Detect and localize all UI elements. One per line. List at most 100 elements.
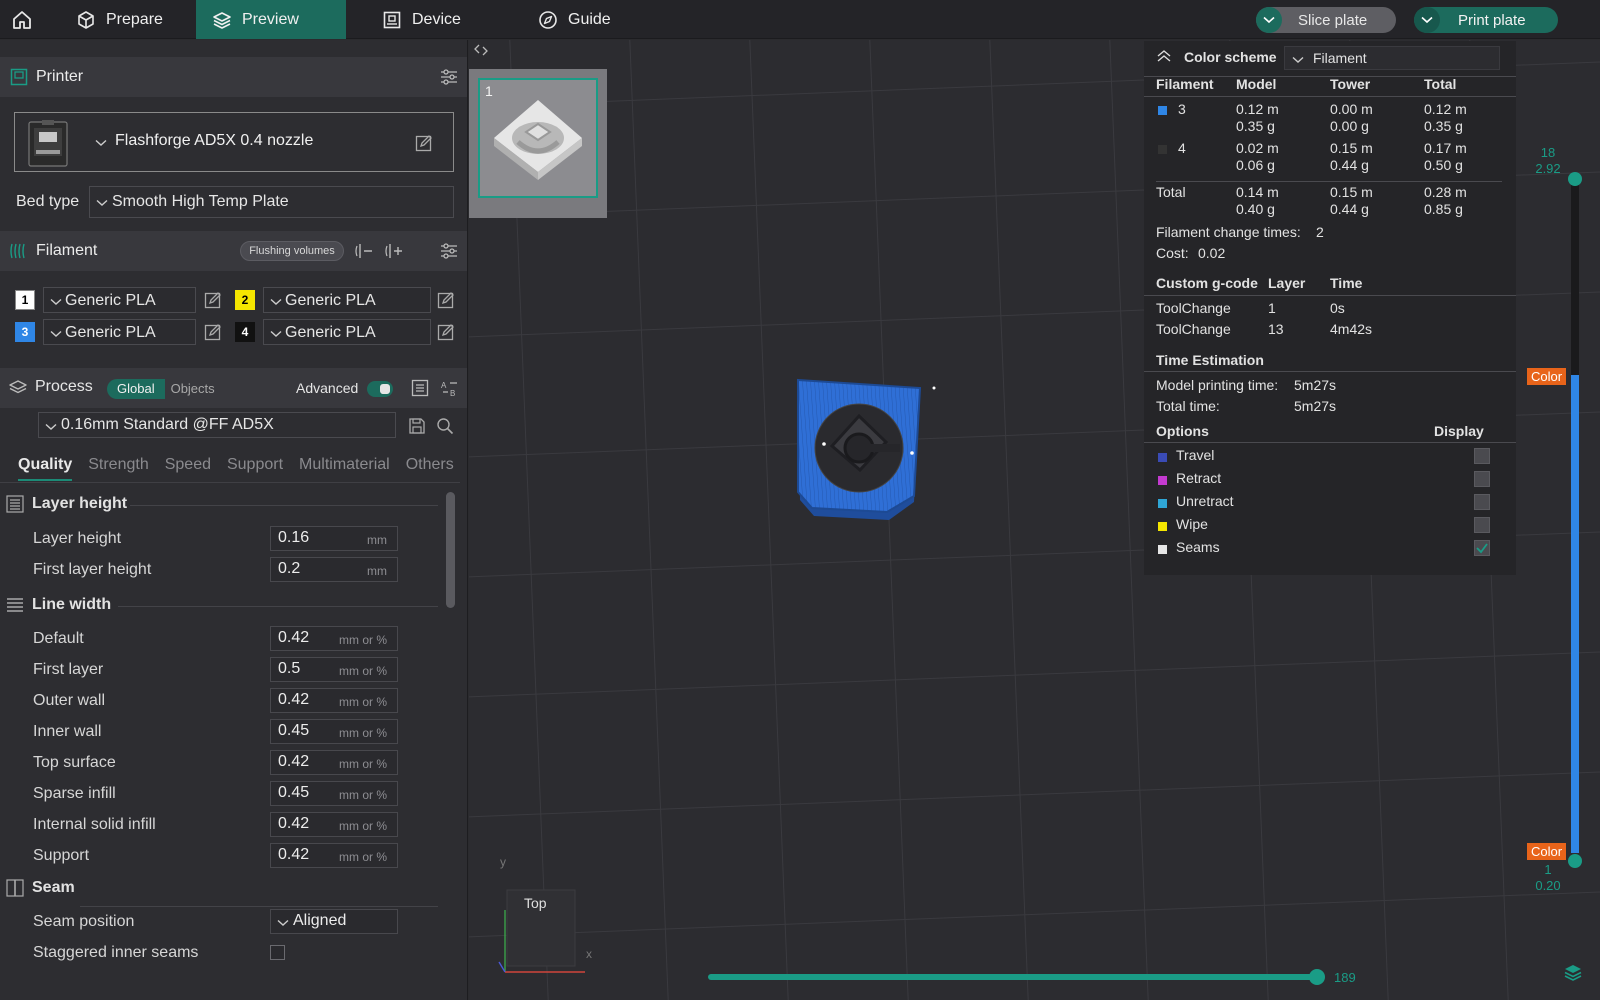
line-width-input[interactable]: 0.42 mm or % [270, 812, 398, 837]
compare-icon[interactable] [411, 379, 429, 397]
filament-select[interactable]: Generic PLA [43, 287, 196, 313]
ab-compare-icon[interactable]: AB [440, 379, 460, 397]
gcode-layer: 13 [1268, 321, 1284, 337]
edit-icon[interactable] [437, 323, 455, 341]
settings-sliders-icon[interactable] [440, 68, 458, 86]
staggered-inner-seams-checkbox[interactable] [270, 945, 285, 960]
tab-preview[interactable]: Preview [196, 0, 346, 39]
advanced-toggle[interactable] [367, 381, 393, 397]
settings-scrollbar[interactable] [446, 492, 455, 608]
line-width-input[interactable]: 0.42 mm or % [270, 843, 398, 868]
layers-view-icon[interactable] [1563, 962, 1583, 982]
line-width-input[interactable]: 0.42 mm or % [270, 688, 398, 713]
total-model-length: 0.14 m [1236, 184, 1279, 200]
option-wipe-checkbox[interactable] [1474, 517, 1490, 533]
tab-support[interactable]: Support [227, 456, 283, 474]
gcode-time-header: Time [1330, 275, 1363, 291]
layer-height-value: 0.16 [278, 529, 310, 546]
divider [1144, 371, 1516, 372]
tab-guide[interactable]: Guide [522, 0, 627, 39]
color-change-tag[interactable]: Color [1527, 843, 1567, 860]
unit-label: mm or % [339, 788, 387, 802]
edit-icon[interactable] [437, 291, 455, 309]
move-slider-track[interactable] [708, 974, 1320, 980]
retract-color-swatch [1158, 476, 1167, 485]
chevron-down-icon[interactable] [1414, 7, 1440, 33]
add-filament-icon[interactable] [385, 242, 403, 260]
filament-slot-number[interactable]: 4 [235, 322, 255, 342]
filament-select[interactable]: Generic PLA [43, 319, 196, 345]
filament-select[interactable]: Generic PLA [263, 287, 431, 313]
plate-thumbnail[interactable]: 1 [469, 69, 607, 218]
edit-icon[interactable] [204, 323, 222, 341]
move-slider-handle[interactable] [1309, 969, 1325, 985]
unit-label: mm or % [339, 664, 387, 678]
save-icon[interactable] [408, 417, 426, 435]
filament-select[interactable]: Generic PLA [263, 319, 431, 345]
flushing-volumes-button[interactable]: Flushing volumes [240, 241, 344, 261]
edit-icon[interactable] [415, 134, 433, 152]
filament-slot-number[interactable]: 2 [235, 290, 255, 310]
line-width-input[interactable]: 0.42 mm or % [270, 750, 398, 775]
color-change-tag[interactable]: Color [1527, 368, 1567, 385]
filament-slot-number[interactable]: 1 [15, 290, 35, 310]
seam-group-header: Seam [6, 879, 75, 897]
model-time-label: Model printing time: [1156, 377, 1279, 393]
line-width-input[interactable]: 0.45 mm or % [270, 781, 398, 806]
collapse-sidebar-icon[interactable] [473, 42, 489, 58]
option-retract-checkbox[interactable] [1474, 471, 1490, 487]
sliced-model[interactable] [794, 378, 954, 538]
filament-slot-number[interactable]: 3 [15, 322, 35, 342]
total-time-label: Total time: [1156, 398, 1220, 414]
layer-slider-top-handle[interactable] [1568, 172, 1582, 186]
unit-label: mm or % [339, 757, 387, 771]
settings-sliders-icon[interactable] [440, 242, 458, 260]
travel-color-swatch [1158, 453, 1167, 462]
process-profile-select[interactable]: 0.16mm Standard @FF AD5X [38, 412, 396, 438]
model-weight: 0.35 g [1236, 118, 1275, 134]
printer-selector[interactable]: Flashforge AD5X 0.4 nozzle [14, 112, 454, 172]
line-width-input[interactable]: 0.5 mm or % [270, 657, 398, 682]
slice-plate-button[interactable]: Slice plate [1256, 7, 1396, 33]
tab-prepare[interactable]: Prepare [60, 0, 179, 39]
tab-multimaterial[interactable]: Multimaterial [299, 456, 390, 474]
edit-icon[interactable] [204, 291, 222, 309]
bed-type-label: Bed type [16, 193, 80, 210]
plate-thumbnail-frame [478, 78, 598, 198]
tab-strength[interactable]: Strength [88, 456, 148, 474]
seam-position-select[interactable]: Aligned [270, 909, 398, 934]
tab-speed[interactable]: Speed [165, 456, 211, 474]
line-width-input[interactable]: 0.45 mm or % [270, 719, 398, 744]
bed-type-value: Smooth High Temp Plate [112, 193, 289, 210]
filament-name: Generic PLA [285, 292, 376, 309]
collapse-up-icon[interactable] [1156, 49, 1172, 63]
tab-device-label: Device [412, 10, 461, 28]
option-seams-checkbox[interactable] [1474, 540, 1490, 556]
tabs-divider [0, 482, 460, 483]
first-layer-height-label: First layer height [33, 561, 152, 578]
options-header: Options [1156, 423, 1209, 439]
bed-type-select[interactable]: Smooth High Temp Plate [89, 186, 454, 218]
layer-height-input[interactable]: 0.16 mm [270, 526, 398, 551]
process-title: Process [35, 378, 93, 395]
search-icon[interactable] [436, 417, 454, 435]
color-scheme-select[interactable]: Filament [1284, 46, 1500, 70]
first-layer-height-input[interactable]: 0.2 mm [270, 557, 398, 582]
option-unretract-checkbox[interactable] [1474, 494, 1490, 510]
tab-others[interactable]: Others [406, 456, 454, 474]
option-travel-checkbox[interactable] [1474, 448, 1490, 464]
remove-filament-icon[interactable] [355, 242, 373, 260]
tab-quality[interactable]: Quality [18, 456, 73, 481]
line-width-group-title: Line width [32, 596, 112, 613]
chevron-down-icon[interactable] [1256, 7, 1282, 33]
chevron-down-icon [96, 199, 108, 206]
line-width-value: 0.42 [278, 691, 310, 708]
objects-tab[interactable]: Objects [165, 379, 221, 399]
tab-device[interactable]: Device [366, 0, 477, 39]
line-width-input[interactable]: 0.42 mm or % [270, 626, 398, 651]
print-plate-button[interactable]: Print plate [1414, 7, 1558, 33]
global-objects-toggle: Global Objects [107, 379, 221, 399]
home-icon[interactable] [8, 7, 36, 33]
global-tab[interactable]: Global [107, 379, 165, 399]
layer-slider-bottom-handle[interactable] [1568, 854, 1582, 868]
